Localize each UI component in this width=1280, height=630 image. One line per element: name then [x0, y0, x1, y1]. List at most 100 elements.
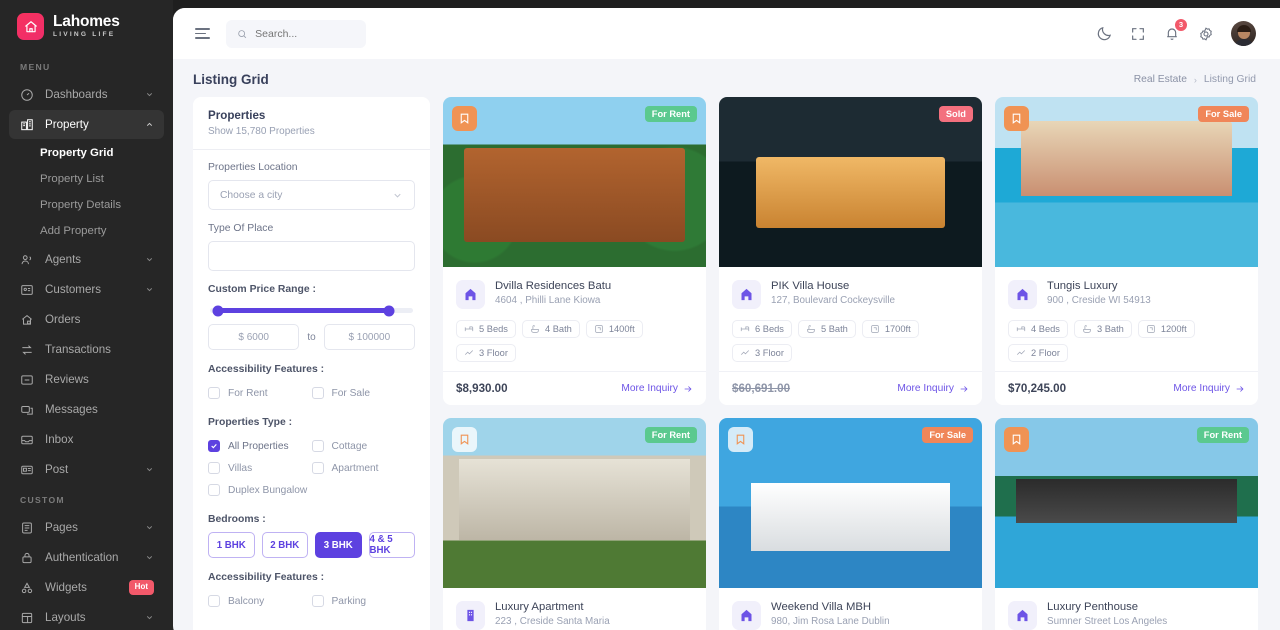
property-card[interactable]: For Rent Luxury Apartment 223 , Creside … [443, 418, 706, 630]
brand-logo[interactable]: Lahomes LIVING LIFE [0, 0, 173, 52]
bell-icon[interactable]: 3 [1163, 18, 1187, 43]
checkbox-box [208, 440, 220, 452]
breadcrumb-item-current: Listing Grid [1203, 74, 1256, 85]
property-address: 127, Boulevard Cockeysville [771, 295, 896, 306]
speedometer-icon [19, 87, 34, 102]
property-image: For Sale [995, 97, 1258, 267]
sidebar-item-inbox[interactable]: Inbox [9, 425, 164, 454]
location-select[interactable]: Choose a city [208, 180, 415, 210]
type-of-place-input[interactable] [208, 241, 415, 271]
feature-beds-label: 4 Beds [1031, 324, 1060, 334]
sidebar-item-dashboards[interactable]: Dashboards [9, 80, 164, 109]
property-card[interactable]: For Sale Tungis Luxury 900 , Creside WI … [995, 97, 1258, 405]
sidebar-item-property-grid[interactable]: Property Grid [0, 140, 173, 166]
property-card[interactable]: Sold PIK Villa House 127, Boulevard Cock… [719, 97, 982, 405]
moon-icon[interactable] [1095, 25, 1113, 43]
more-inquiry-link[interactable]: More Inquiry [621, 383, 693, 394]
property-type-icon [732, 280, 761, 309]
users-icon [19, 252, 34, 267]
more-inquiry-link[interactable]: More Inquiry [897, 383, 969, 394]
sidebar-item-pages[interactable]: Pages [9, 513, 164, 542]
bookmark-icon[interactable] [452, 427, 477, 452]
sidebar-item-layouts[interactable]: Layouts [9, 603, 164, 630]
checkbox-villas[interactable]: Villas [208, 457, 312, 479]
sidebar-item-post[interactable]: Post [9, 455, 164, 484]
property-card[interactable]: For Rent Luxury Penthouse Sumner Street … [995, 418, 1258, 630]
status-badge: For Rent [1196, 427, 1249, 443]
sidebar-item-authentication[interactable]: Authentication [9, 543, 164, 572]
checkbox-box [311, 462, 324, 474]
location-label: Properties Location [208, 162, 298, 173]
slider-knob-max[interactable] [383, 305, 395, 316]
more-inquiry-link[interactable]: More Inquiry [1173, 383, 1245, 394]
search-input[interactable] [255, 27, 355, 40]
arrow-right-icon [684, 385, 692, 392]
sidebar-item-label: Reviews [45, 373, 89, 386]
sidebar-item-orders[interactable]: Orders [9, 305, 164, 334]
transfer-icon [19, 342, 34, 357]
top-bar-actions: 3 [1095, 18, 1256, 46]
sidebar-item-messages[interactable]: Messages [9, 395, 164, 424]
sidebar-item-property-details[interactable]: Property Details [0, 192, 173, 218]
filter-subtitle: Show 15,780 Properties [208, 126, 315, 137]
sidebar-item-reviews[interactable]: Reviews [9, 365, 164, 394]
checkbox-parking[interactable]: Parking [311, 590, 416, 612]
property-card[interactable]: For Rent Dvilla Residences Batu 4604 , P… [443, 97, 706, 405]
feature-bath: 3 Bath [1073, 320, 1132, 338]
page-header: Listing Grid Real Estate › Listing Grid [173, 59, 1280, 97]
property-address: 4604 , Philli Lane Kiowa [495, 295, 601, 306]
sidebar-item-property[interactable]: Property [9, 110, 164, 139]
page-title: Listing Grid [193, 72, 269, 87]
chevron-down-icon [146, 468, 153, 472]
search-box[interactable] [226, 19, 366, 48]
bedrooms-option-1bhk[interactable]: 1 BHK [208, 532, 255, 558]
slider-knob-min[interactable] [212, 305, 224, 316]
feature-floor: 3 Floor [732, 344, 792, 362]
bookmark-icon[interactable] [452, 106, 477, 131]
fullscreen-icon[interactable] [1129, 25, 1147, 43]
sidebar-item-label: Post [45, 463, 69, 476]
checkbox-box [208, 595, 220, 607]
sidebar-item-add-property[interactable]: Add Property [0, 218, 173, 244]
checkbox-for-rent[interactable]: For Rent [208, 382, 312, 404]
checkbox-duplex-bungalow[interactable]: Duplex Bungalow [208, 479, 312, 501]
bookmark-icon[interactable] [728, 427, 753, 452]
gear-icon[interactable] [1197, 25, 1215, 43]
sidebar-item-label: Customers [45, 283, 102, 296]
sidebar-item-widgets[interactable]: Widgets Hot [9, 573, 164, 602]
price-range-slider[interactable] [208, 302, 415, 324]
sidebar-item-property-list[interactable]: Property List [0, 166, 173, 192]
sidebar-item-label: Dashboards [45, 88, 108, 101]
sidebar-item-agents[interactable]: Agents [9, 245, 164, 274]
price-inputs: $ 6000 to $ 100000 [208, 324, 415, 350]
property-features: 4 Beds 3 Bath 1200ft 2 Floor [1008, 320, 1245, 362]
property-type-icon [1008, 280, 1037, 309]
sidebar-item-customers[interactable]: Customers [9, 275, 164, 304]
bedrooms-option-2bhk[interactable]: 2 BHK [261, 532, 308, 558]
checkbox-balcony[interactable]: Balcony [208, 590, 312, 612]
checkbox-for-sale[interactable]: For Sale [311, 382, 416, 404]
sidebar-item-transactions[interactable]: Transactions [9, 335, 164, 364]
status-badge: For Sale [922, 427, 973, 443]
checkbox-all-properties[interactable]: All Properties [208, 435, 312, 457]
bedrooms-option-4and5bhk[interactable]: 4 & 5 BHK [368, 532, 415, 558]
hamburger-icon[interactable] [193, 24, 212, 43]
bookmark-icon[interactable] [1004, 106, 1029, 131]
filter-body: Properties Location Choose a city Type O… [193, 150, 430, 630]
bedrooms-button-group: 1 BHK 2 BHK 3 BHK 4 & 5 BHK [208, 532, 415, 558]
price-min-input[interactable]: $ 6000 [208, 324, 300, 350]
property-type-icon [456, 601, 485, 630]
checkbox-cottage[interactable]: Cottage [311, 435, 416, 457]
property-card[interactable]: For Sale Weekend Villa MBH 980, Jim Rosa… [719, 418, 982, 630]
avatar[interactable] [1231, 21, 1256, 46]
bedrooms-option-3bhk[interactable]: 3 BHK [315, 532, 362, 558]
checkbox-label: Apartment [331, 462, 379, 474]
price-max-input[interactable]: $ 100000 [323, 324, 415, 350]
checkbox-label: Cottage [331, 440, 368, 452]
property-price: $8,930.00 [456, 382, 508, 395]
checkbox-apartment[interactable]: Apartment [311, 457, 416, 479]
bookmark-icon[interactable] [1004, 427, 1029, 452]
checkbox-box [311, 595, 324, 607]
breadcrumb-item-real-estate[interactable]: Real Estate [1134, 74, 1187, 85]
checkbox-box [311, 440, 324, 452]
